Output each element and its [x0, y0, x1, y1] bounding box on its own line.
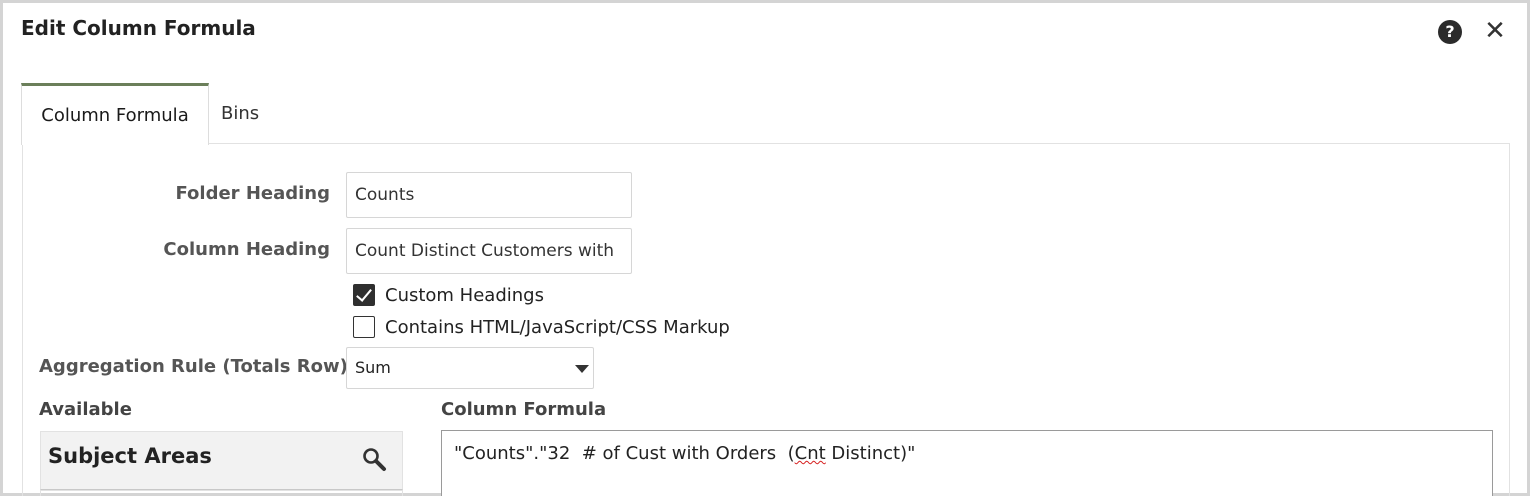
help-icon[interactable]: ? — [1438, 20, 1462, 44]
subject-areas-tree[interactable] — [40, 489, 403, 496]
formula-text-start: "Counts"."32 # of Cust with Orders ( — [454, 443, 795, 464]
tab-bins[interactable]: Bins — [221, 83, 281, 145]
formula-text-end: Distinct)" — [825, 443, 916, 464]
subject-areas-header: Subject Areas — [40, 431, 403, 491]
aggregation-rule-label: Aggregation Rule (Totals Row) — [39, 356, 348, 377]
contains-markup-row[interactable]: Contains HTML/JavaScript/CSS Markup — [353, 315, 730, 339]
custom-headings-row[interactable]: Custom Headings — [353, 283, 544, 307]
available-label: Available — [39, 399, 132, 420]
column-formula-textarea[interactable]: "Counts"."32 # of Cust with Orders (Cnt … — [441, 430, 1493, 496]
tab-column-formula[interactable]: Column Formula — [21, 83, 209, 145]
close-icon[interactable]: ✕ — [1483, 17, 1507, 45]
custom-headings-label: Custom Headings — [385, 284, 544, 306]
chevron-down-icon — [575, 365, 589, 373]
contains-markup-label: Contains HTML/JavaScript/CSS Markup — [385, 316, 730, 338]
aggregation-rule-select[interactable]: Sum — [346, 347, 594, 389]
subject-areas-title: Subject Areas — [48, 444, 212, 468]
folder-heading-input[interactable] — [346, 172, 632, 218]
folder-heading-label: Folder Heading — [175, 183, 330, 204]
column-heading-input[interactable] — [346, 228, 632, 274]
column-heading-label: Column Heading — [163, 239, 330, 260]
aggregation-rule-value: Sum — [355, 358, 391, 377]
custom-headings-checkbox[interactable] — [353, 284, 375, 306]
contains-markup-checkbox[interactable] — [353, 316, 375, 338]
column-formula-label: Column Formula — [441, 399, 607, 420]
dialog-title: Edit Column Formula — [21, 16, 256, 40]
search-icon[interactable] — [361, 446, 387, 472]
edit-column-formula-dialog: Edit Column Formula ? ✕ Column Formula B… — [0, 0, 1530, 496]
formula-misspelled-word: Cnt — [794, 443, 826, 464]
